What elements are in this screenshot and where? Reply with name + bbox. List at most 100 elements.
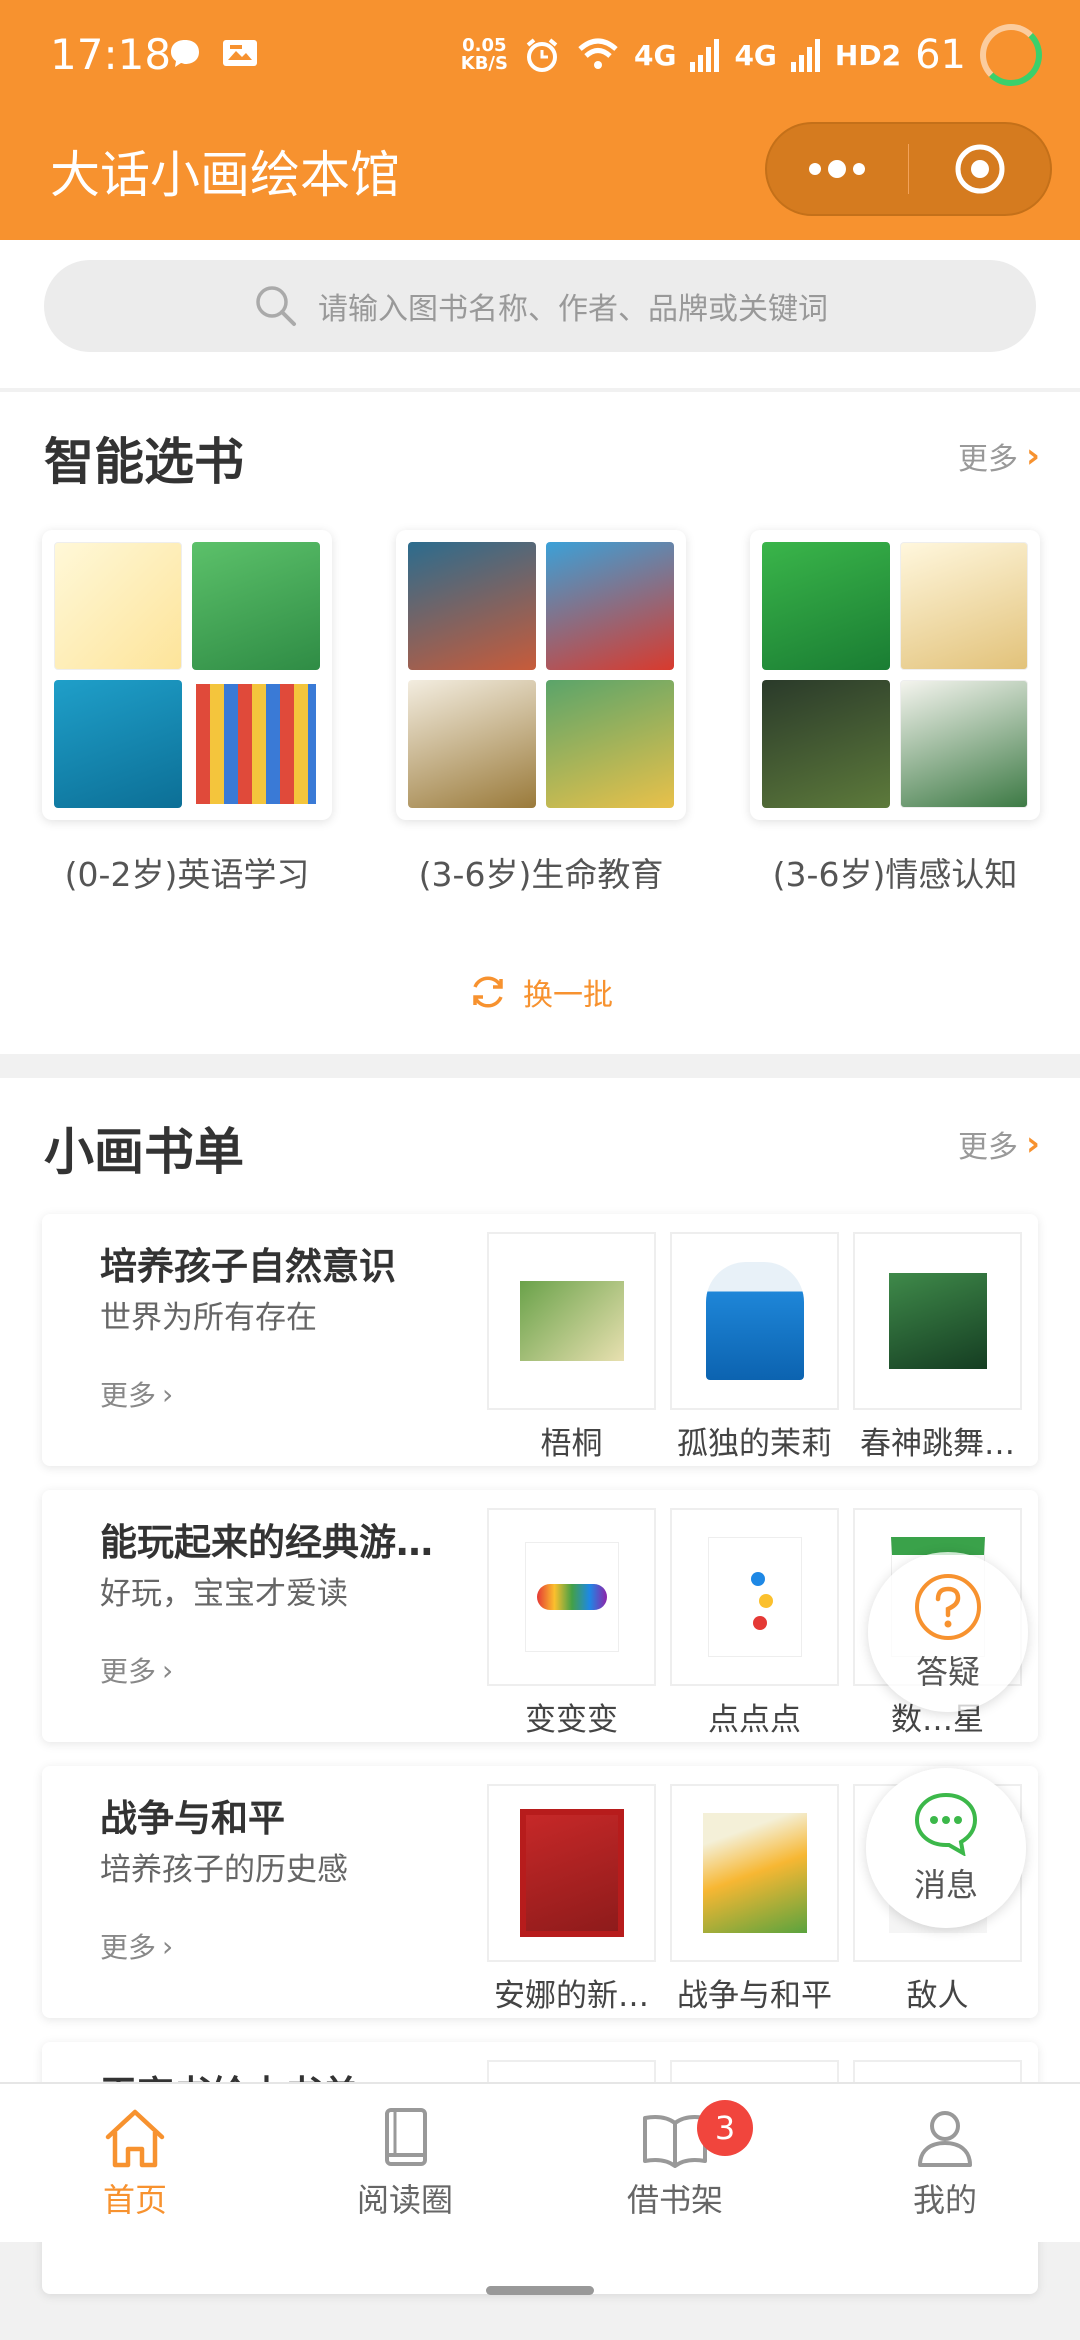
book-cover	[546, 680, 674, 808]
book-cover	[762, 542, 890, 670]
search-area: 请输入图书名称、作者、品牌或关键词	[0, 240, 1080, 388]
book-title: 孤独的茉莉	[677, 1426, 832, 1462]
bookshelf-badge: 3	[697, 2100, 753, 2156]
status-time: 17:18	[50, 30, 172, 79]
refresh-label: 换一批	[523, 978, 613, 1013]
book-cover	[487, 1232, 656, 1410]
home-icon	[105, 2109, 165, 2168]
book-title: 安娜的新…	[494, 1978, 649, 2014]
list-subtitle: 世界为所有存在	[100, 1300, 317, 1336]
tab-home[interactable]: 首页	[0, 2084, 270, 2242]
book-lists-title: 小画书单	[44, 1123, 244, 1181]
more-menu-button[interactable]	[767, 124, 908, 214]
signal-bars-2-icon	[790, 39, 820, 72]
more-label: 更多	[957, 442, 1018, 477]
book-cover	[192, 542, 320, 670]
book-lists-more[interactable]: 更多 ›	[958, 1122, 1040, 1166]
tab-label: 阅读圈	[356, 2181, 453, 2219]
more-dots-icon	[809, 160, 866, 178]
book-item[interactable]: 春神跳舞…	[853, 1232, 1022, 1463]
signal-4g-1: 4G	[633, 38, 677, 72]
book-cover	[670, 1232, 839, 1410]
list-more-link[interactable]: 更多 ›	[100, 1374, 173, 1414]
chevron-right-icon: ›	[162, 1377, 174, 1411]
search-icon	[256, 286, 296, 326]
pick-label: (3-6岁)情感认知	[772, 855, 1018, 894]
qa-float-button[interactable]: 答疑	[868, 1552, 1028, 1712]
list-title: 战争与和平	[100, 1797, 285, 1840]
book-cover	[670, 1784, 839, 1962]
hd-indicator: HD2	[834, 38, 902, 72]
home-indicator[interactable]	[486, 2286, 594, 2295]
tab-label: 我的	[912, 2181, 977, 2219]
pick-covers	[42, 530, 332, 820]
more-label: 更多	[100, 1379, 157, 1412]
book-item[interactable]: 战争与和平	[670, 1784, 839, 2015]
pick-card-2[interactable]: (3-6岁)情感认知	[750, 530, 1040, 896]
message-float-button[interactable]: 消息	[866, 1768, 1026, 1928]
list-more-link[interactable]: 更多 ›	[100, 1926, 173, 1966]
book-cover	[853, 1232, 1022, 1410]
book-cover	[192, 680, 320, 808]
smart-picks-more[interactable]: 更多 ›	[958, 434, 1040, 478]
list-subtitle: 好玩，宝宝才爱读	[100, 1576, 348, 1612]
system-status: 0.05 KB/S 4G 4G HD2 61	[461, 24, 1042, 86]
cover-art	[702, 1813, 807, 1933]
app-title: 大话小画绘本馆	[50, 146, 400, 204]
tab-me[interactable]: 我的	[810, 2084, 1080, 2242]
signal-bars-icon	[690, 39, 720, 72]
pick-card-0[interactable]: (0-2岁)英语学习	[42, 530, 332, 896]
cover-art	[519, 1281, 624, 1361]
cover-art	[707, 1537, 802, 1657]
book-item[interactable]: 孤独的茉莉	[670, 1232, 839, 1463]
book-item[interactable]: 点点点	[670, 1508, 839, 1739]
book-title: 变变变	[525, 1702, 618, 1738]
more-label: 更多	[957, 1130, 1018, 1165]
book-icon	[385, 2108, 427, 2166]
book-item[interactable]: 梧桐	[487, 1232, 656, 1463]
battery-ring-icon	[980, 24, 1042, 86]
book-cover	[900, 680, 1028, 808]
search-placeholder: 请输入图书名称、作者、品牌或关键词	[318, 292, 828, 327]
refresh-button[interactable]: 换一批	[0, 970, 1080, 1014]
book-item[interactable]: 变变变	[487, 1508, 656, 1739]
alarm-icon	[526, 38, 558, 72]
pick-label: (0-2岁)英语学习	[64, 855, 310, 894]
book-cover	[670, 1508, 839, 1686]
question-icon	[915, 1574, 981, 1640]
user-icon	[918, 2111, 972, 2167]
chevron-right-icon: ›	[162, 1653, 174, 1687]
chevron-right-icon: ›	[162, 1929, 174, 1963]
book-cover	[546, 542, 674, 670]
network-speed: 0.05 KB/S	[461, 37, 508, 73]
book-title: 战争与和平	[677, 1978, 832, 2014]
search-input[interactable]: 请输入图书名称、作者、品牌或关键词	[44, 260, 1036, 352]
book-title: 梧桐	[540, 1426, 603, 1462]
cover-art	[705, 1262, 804, 1380]
book-cover	[408, 542, 536, 670]
close-program-button[interactable]	[909, 124, 1050, 214]
book-title: 春神跳舞…	[860, 1426, 1015, 1462]
list-title: 培养孩子自然意识	[100, 1245, 396, 1288]
tab-reading-circle[interactable]: 阅读圈	[270, 2084, 540, 2242]
signal-4g-2: 4G	[734, 38, 777, 72]
top-bar: 17:18 0.05 KB/S 4G 4G HD2 61 大话小画绘本馆	[0, 0, 1080, 240]
refresh-icon	[473, 976, 503, 1008]
book-list-card-0[interactable]: 培养孩子自然意识 世界为所有存在 更多 › 梧桐 孤独的茉莉 春神跳舞…	[42, 1214, 1038, 1466]
pick-card-1[interactable]: (3-6岁)生命教育	[396, 530, 686, 896]
book-cover	[54, 542, 182, 670]
notification-icons	[168, 36, 260, 70]
cover-art	[888, 1273, 987, 1369]
tab-bookshelf[interactable]: 借书架 3	[540, 2084, 810, 2242]
list-subtitle: 培养孩子的历史感	[100, 1852, 348, 1888]
book-title: 敌人	[906, 1978, 969, 2014]
list-more-link[interactable]: 更多 ›	[100, 1650, 173, 1690]
color-dots	[536, 1584, 607, 1610]
book-item[interactable]: 安娜的新…	[487, 1784, 656, 2015]
pick-label: (3-6岁)生命教育	[418, 855, 664, 894]
image-message-icon	[223, 40, 257, 66]
list-books: 梧桐 孤独的茉莉 春神跳舞…	[487, 1232, 1022, 1463]
book-cover	[408, 680, 536, 808]
chevron-right-icon: ›	[1025, 436, 1040, 476]
message-label: 消息	[913, 1866, 978, 1904]
